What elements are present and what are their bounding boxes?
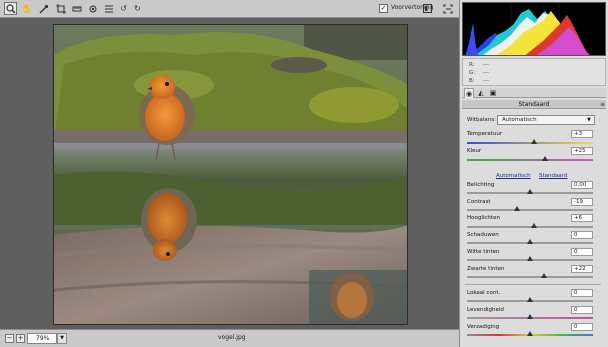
clarity-value[interactable]: 0 (571, 289, 593, 297)
panel-tabs: ◉ ◭ ▣ (462, 88, 606, 98)
image-canvas[interactable] (0, 18, 459, 329)
b-label: B: (469, 78, 475, 84)
slider-thumb[interactable] (540, 273, 547, 278)
highlights-value[interactable]: +6 (571, 214, 593, 222)
crop-icon[interactable] (54, 2, 67, 15)
slider-label: Contrast (467, 199, 491, 205)
exposure-slider[interactable] (467, 189, 593, 194)
zoom-out-button[interactable]: − (5, 334, 14, 343)
section-title-text: Standaard (518, 101, 550, 108)
adjustments-panel: R: --- G: --- B: --- ◉ ◭ ▣ Standaard ≡ W… (459, 0, 608, 347)
whites-value[interactable]: 0 (571, 248, 593, 256)
chevron-down-icon: ▼ (587, 117, 591, 123)
r-value: --- (483, 62, 489, 68)
camera-tab-icon[interactable]: ▣ (488, 88, 498, 98)
slider-thumb[interactable] (542, 156, 549, 161)
slider-thumb[interactable] (527, 331, 533, 336)
preview-toggle-icon[interactable] (421, 2, 434, 15)
b-value: --- (483, 78, 489, 84)
toolbar: ✋ ↺ ↻ ✓ Voorvertoning (0, 0, 459, 18)
slider-label: Temperatuur (467, 131, 503, 137)
camera-raw-window: ✋ ↺ ↻ ✓ Voorvertoning − + 79% ▼ vogel.jp… (0, 0, 608, 347)
temperature-slider[interactable] (467, 139, 593, 144)
slider-label: Zwarte tinten (467, 266, 505, 272)
g-label: G: (469, 70, 476, 76)
slider-thumb[interactable] (514, 206, 521, 211)
vibrance-slider[interactable] (467, 314, 593, 319)
tint-value[interactable]: +25 (571, 147, 593, 155)
temperature-value[interactable]: +3 (571, 130, 593, 138)
tint-slider[interactable] (467, 156, 593, 161)
slider-label: Witte tinten (467, 249, 500, 255)
photo-preview[interactable] (53, 24, 408, 325)
list-icon[interactable] (102, 2, 115, 15)
highlights-slider[interactable] (467, 223, 593, 228)
preview-checkbox[interactable]: ✓ (379, 4, 388, 13)
tone-curve-tab-icon[interactable]: ◭ (476, 88, 486, 98)
slider-label: Verzadiging (467, 324, 500, 330)
zoom-dropdown-icon[interactable]: ▼ (57, 333, 67, 344)
whites-slider[interactable] (467, 256, 593, 261)
photo-image (54, 25, 407, 324)
hand-icon[interactable]: ✋ (20, 2, 33, 15)
slider-thumb[interactable] (527, 297, 533, 302)
slider-thumb[interactable] (530, 223, 537, 228)
rotate-right-icon[interactable]: ↻ (131, 2, 144, 15)
histogram (462, 2, 606, 56)
auto-link[interactable]: Automatisch (496, 173, 531, 179)
saturation-value[interactable]: 0 (571, 323, 593, 331)
blacks-value[interactable]: +22 (571, 265, 593, 273)
redeye-icon[interactable] (86, 2, 99, 15)
slider-thumb[interactable] (527, 189, 533, 194)
slider-label: Levendigheid (467, 307, 504, 313)
white-balance-value: Automatisch (502, 117, 537, 123)
eyedropper-icon[interactable] (37, 2, 50, 15)
r-label: R: (469, 62, 475, 68)
contrast-value[interactable]: -19 (571, 198, 593, 206)
white-balance-select[interactable]: Automatisch ▼ (497, 115, 595, 125)
shadows-slider[interactable] (467, 239, 593, 244)
vibrance-value[interactable]: 0 (571, 306, 593, 314)
rgb-readout: R: --- G: --- B: --- (462, 58, 606, 86)
panel-menu-icon[interactable]: ≡ (600, 100, 605, 109)
slider-label: Belichting (467, 182, 495, 188)
zoom-in-button[interactable]: + (16, 334, 25, 343)
blacks-slider[interactable] (467, 273, 593, 278)
status-bar: − + 79% ▼ vogel.jpg (0, 329, 459, 347)
file-name: vogel.jpg (218, 334, 246, 341)
slider-thumb[interactable] (527, 239, 533, 244)
slider-label: Kleur (467, 148, 482, 154)
slider-thumb[interactable] (530, 139, 537, 144)
straighten-icon[interactable] (70, 2, 83, 15)
default-link[interactable]: Standaard (539, 173, 567, 179)
zoom-icon[interactable] (4, 2, 17, 15)
white-balance-label: Witbalans: (467, 117, 496, 123)
contrast-slider[interactable] (467, 206, 593, 211)
basic-tab-icon[interactable]: ◉ (464, 88, 474, 98)
shadows-value[interactable]: 0 (571, 231, 593, 239)
clarity-slider[interactable] (467, 297, 593, 302)
slider-label: Lokaal cont. (467, 290, 501, 296)
exposure-value[interactable]: 0,00 (571, 181, 593, 189)
rotate-left-icon[interactable]: ↺ (117, 2, 130, 15)
section-title: Standaard ≡ (462, 100, 606, 109)
saturation-slider[interactable] (467, 331, 593, 336)
slider-label: Hooglichten (467, 215, 500, 221)
slider-label: Schaduwen (467, 232, 499, 238)
fullscreen-icon[interactable] (441, 2, 454, 15)
divider (465, 284, 601, 285)
slider-thumb[interactable] (527, 314, 533, 319)
g-value: --- (483, 70, 489, 76)
slider-thumb[interactable] (527, 256, 533, 261)
zoom-level-field[interactable]: 79% (27, 333, 57, 344)
